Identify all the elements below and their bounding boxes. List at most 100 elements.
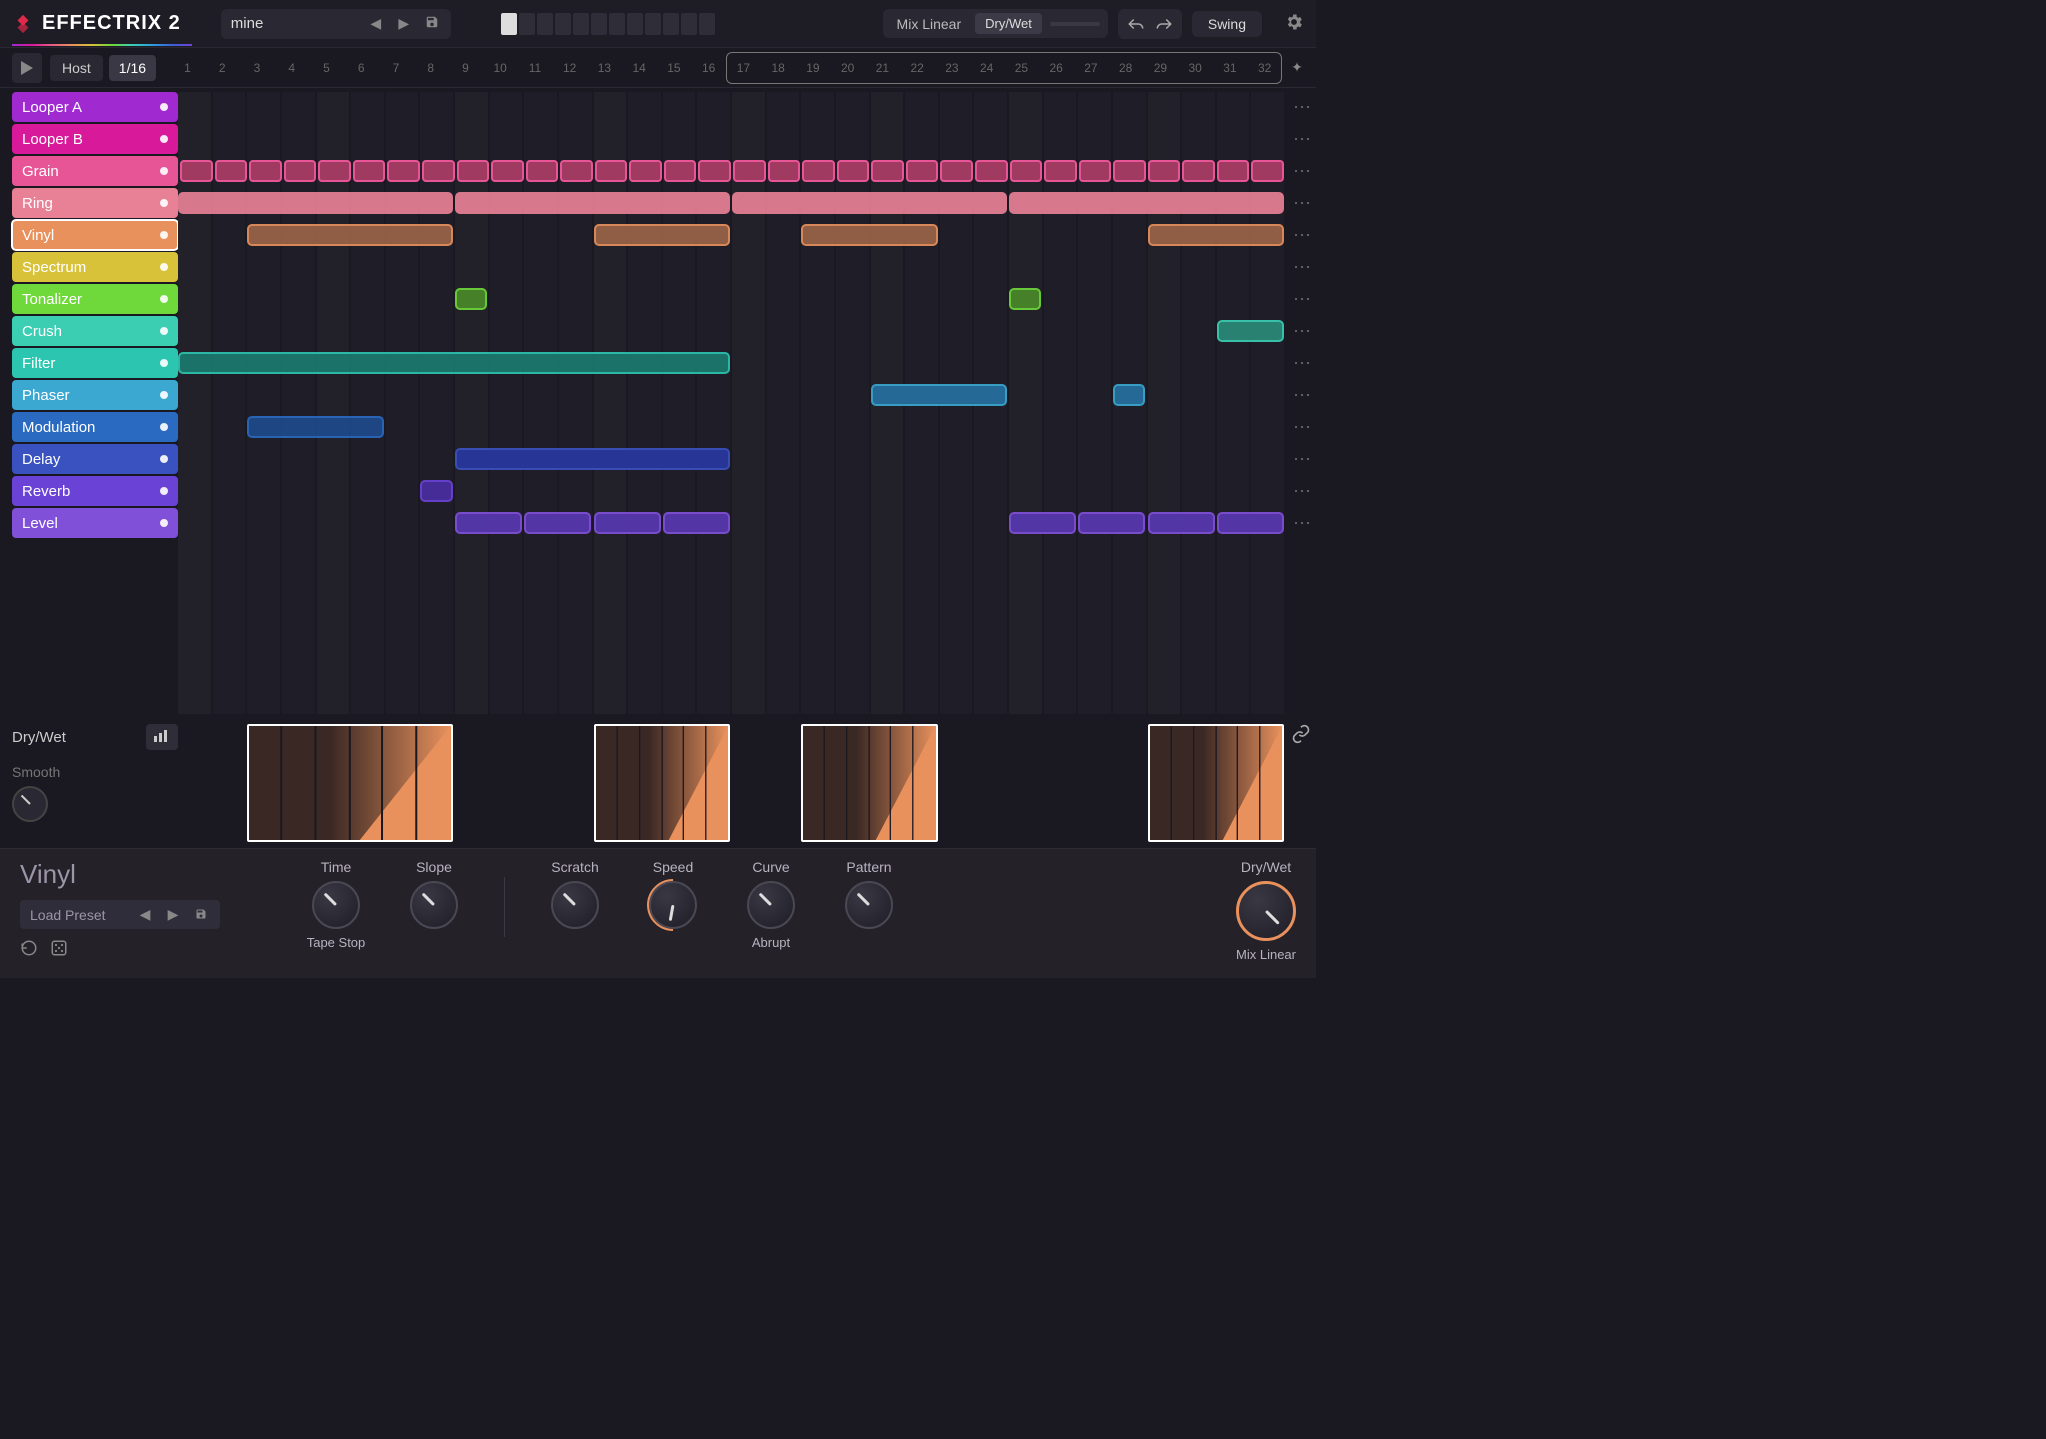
grain-cell[interactable] (1113, 160, 1146, 182)
pattern-slot-12[interactable] (699, 13, 715, 35)
clip[interactable] (247, 224, 453, 246)
ruler-step-30[interactable]: 30 (1178, 61, 1213, 75)
grain-cell[interactable] (733, 160, 766, 182)
ruler-step-12[interactable]: 12 (552, 61, 587, 75)
automation-lane[interactable] (178, 724, 1286, 842)
ruler-step-29[interactable]: 29 (1143, 61, 1178, 75)
grain-cell[interactable] (422, 160, 455, 182)
pattern-slot-7[interactable] (609, 13, 625, 35)
track-enable-dot[interactable] (160, 359, 168, 367)
pattern-slot-3[interactable] (537, 13, 553, 35)
track-enable-dot[interactable] (160, 327, 168, 335)
track-enable-dot[interactable] (160, 391, 168, 399)
grain-cell[interactable] (387, 160, 420, 182)
clip[interactable] (594, 512, 661, 534)
track-label-modulation[interactable]: Modulation (12, 412, 178, 442)
clip[interactable] (732, 192, 1007, 214)
automation-clip[interactable] (801, 724, 937, 842)
ruler-step-24[interactable]: 24 (969, 61, 1004, 75)
ruler-step-15[interactable]: 15 (657, 61, 692, 75)
ruler-step-8[interactable]: 8 (413, 61, 448, 75)
track-menu-icon[interactable]: ⋯ (1293, 444, 1309, 474)
ruler-step-3[interactable]: 3 (240, 61, 275, 75)
knob-time[interactable] (312, 881, 360, 929)
link-icon[interactable] (1286, 724, 1316, 744)
knob-pattern[interactable] (845, 881, 893, 929)
track-row-vinyl[interactable] (178, 220, 1286, 250)
grain-cell[interactable] (664, 160, 697, 182)
track-menu-icon[interactable]: ⋯ (1293, 156, 1309, 186)
grain-cell[interactable] (318, 160, 351, 182)
track-enable-dot[interactable] (160, 199, 168, 207)
grain-cell[interactable] (698, 160, 731, 182)
clip[interactable] (455, 448, 730, 470)
ruler-step-22[interactable]: 22 (900, 61, 935, 75)
track-label-grain[interactable]: Grain (12, 156, 178, 186)
track-label-phaser[interactable]: Phaser (12, 380, 178, 410)
track-row-tonalizer[interactable] (178, 284, 1286, 314)
ruler-step-26[interactable]: 26 (1039, 61, 1074, 75)
track-menu-icon[interactable]: ⋯ (1293, 476, 1309, 506)
ruler-step-9[interactable]: 9 (448, 61, 483, 75)
clip[interactable] (663, 512, 730, 534)
track-label-tonalizer[interactable]: Tonalizer (12, 284, 178, 314)
ruler-step-21[interactable]: 21 (865, 61, 900, 75)
undo-icon[interactable] (1122, 13, 1150, 35)
grain-cell[interactable] (975, 160, 1008, 182)
track-enable-dot[interactable] (160, 455, 168, 463)
redo-icon[interactable] (1150, 13, 1178, 35)
track-enable-dot[interactable] (160, 295, 168, 303)
randomize-icon[interactable] (50, 939, 68, 960)
effect-preset-next-icon[interactable]: ▶ (164, 906, 182, 923)
grain-cell[interactable] (1217, 160, 1250, 182)
track-label-reverb[interactable]: Reverb (12, 476, 178, 506)
track-menu-icon[interactable]: ⋯ (1293, 348, 1309, 378)
clip[interactable] (1009, 288, 1041, 310)
knob-scratch[interactable] (551, 881, 599, 929)
track-menu-icon[interactable]: ⋯ (1293, 284, 1309, 314)
track-menu-icon[interactable]: ⋯ (1293, 316, 1309, 346)
grain-cell[interactable] (1251, 160, 1284, 182)
track-label-crush[interactable]: Crush (12, 316, 178, 346)
track-row-spectrum[interactable] (178, 252, 1286, 282)
grain-cell[interactable] (629, 160, 662, 182)
grain-cell[interactable] (1148, 160, 1181, 182)
drywet-knob[interactable] (1236, 881, 1296, 941)
ruler-step-20[interactable]: 20 (830, 61, 865, 75)
swing-button[interactable]: Swing (1192, 11, 1262, 37)
track-label-filter[interactable]: Filter (12, 348, 178, 378)
track-label-delay[interactable]: Delay (12, 444, 178, 474)
track-row-looper-a[interactable] (178, 92, 1286, 122)
grain-cell[interactable] (215, 160, 248, 182)
clip[interactable] (524, 512, 591, 534)
grain-cell[interactable] (284, 160, 317, 182)
clip[interactable] (455, 192, 730, 214)
ruler-step-11[interactable]: 11 (518, 61, 553, 75)
clip[interactable] (1009, 192, 1284, 214)
ruler-step-18[interactable]: 18 (761, 61, 796, 75)
track-menu-icon[interactable]: ⋯ (1293, 124, 1309, 154)
grain-cell[interactable] (353, 160, 386, 182)
track-row-ring[interactable] (178, 188, 1286, 218)
automation-param-label[interactable]: Dry/Wet (12, 729, 66, 746)
preset-save-icon[interactable] (423, 15, 441, 32)
ruler-step-4[interactable]: 4 (274, 61, 309, 75)
play-button[interactable] (12, 53, 42, 83)
automation-view-icon[interactable] (146, 724, 178, 750)
track-menu-icon[interactable]: ⋯ (1293, 188, 1309, 218)
track-row-reverb[interactable] (178, 476, 1286, 506)
ruler-step-6[interactable]: 6 (344, 61, 379, 75)
track-row-delay[interactable] (178, 444, 1286, 474)
clip[interactable] (1217, 320, 1284, 342)
track-enable-dot[interactable] (160, 263, 168, 271)
clip[interactable] (1113, 384, 1145, 406)
track-label-vinyl[interactable]: Vinyl (12, 220, 178, 250)
clip[interactable] (1009, 512, 1076, 534)
ruler-step-27[interactable]: 27 (1074, 61, 1109, 75)
effect-preset-selector[interactable]: Load Preset ◀ ▶ (20, 900, 220, 929)
track-enable-dot[interactable] (160, 423, 168, 431)
preset-selector[interactable]: mine ◀ ▶ (221, 9, 451, 39)
ruler-step-17[interactable]: 17 (726, 61, 761, 75)
ruler-step-1[interactable]: 1 (170, 61, 205, 75)
settings-gear-icon[interactable] (1284, 12, 1304, 35)
